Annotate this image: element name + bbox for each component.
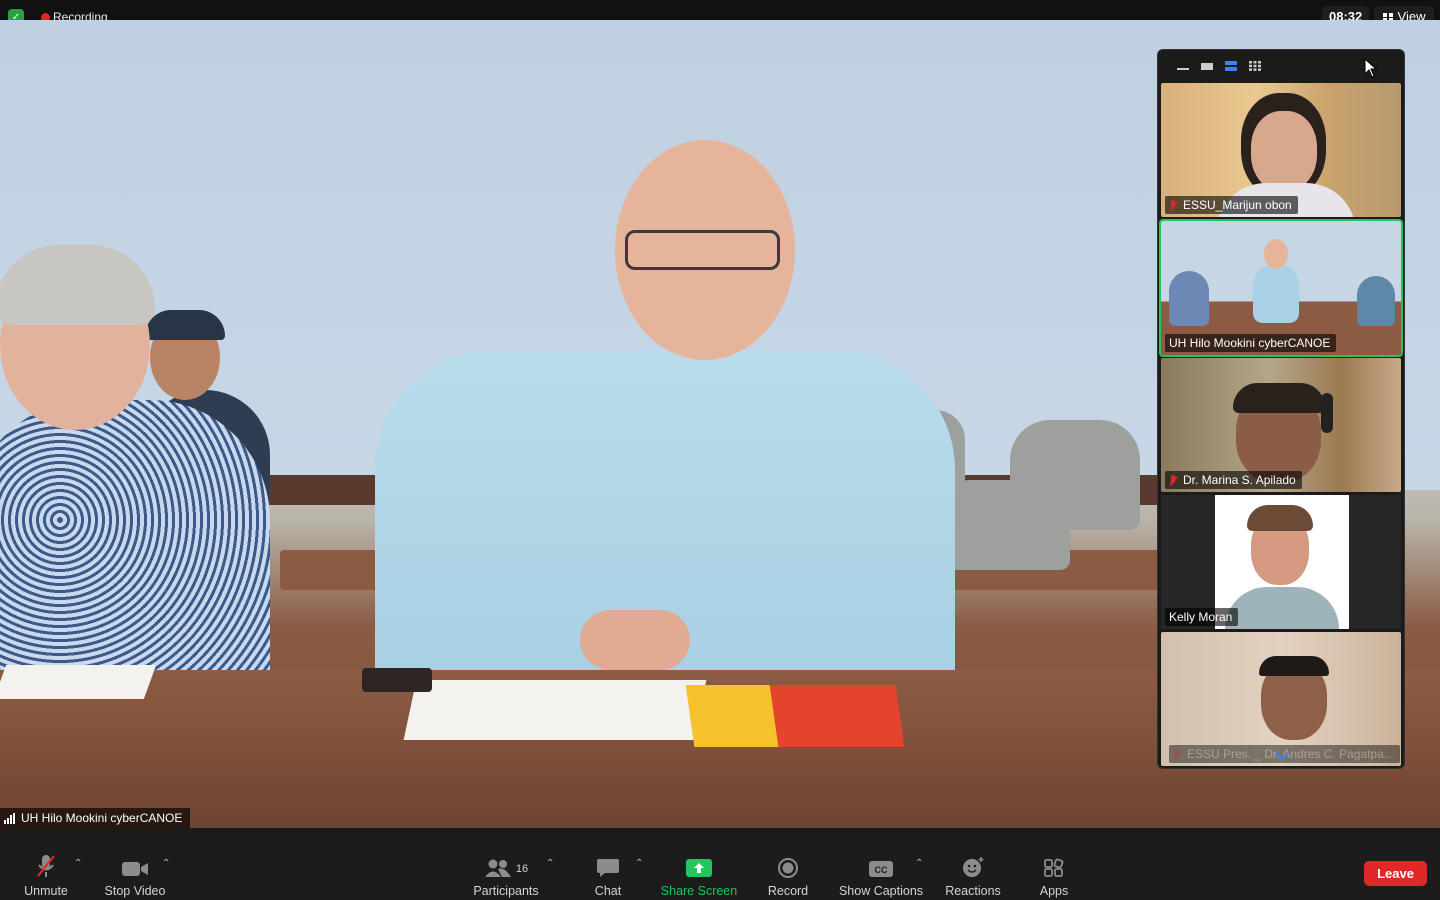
mouse-cursor-icon [1364,58,1378,78]
participant-tile[interactable]: Dr. Marina S. Apilado [1161,358,1401,492]
participant-shirt [1357,276,1395,326]
participant-tile[interactable]: Kelly Moran [1161,495,1401,629]
participant-face [1251,111,1317,191]
leave-button[interactable]: Leave [1364,861,1427,886]
hide-video-panel-icon[interactable] [1201,61,1213,71]
stop-video-label: Stop Video [104,884,166,898]
captions-options-caret-icon[interactable]: ⌃ [915,859,925,869]
reactions-button[interactable]: Reactions [942,846,1004,900]
reactions-label: Reactions [945,884,1001,898]
gallery-grid-icon[interactable] [1249,61,1261,71]
gallery-panel: ESSU_Marijun obon UH Hilo Mookini cyberC… [1157,49,1405,769]
audio-options-caret-icon[interactable]: ⌃ [74,859,84,869]
participant-shirt [1225,587,1339,629]
participant-tile[interactable]: ESSU_Marijun obon [1161,83,1401,217]
share-screen-icon [686,850,712,878]
share-screen-label: Share Screen [660,884,738,898]
closed-captions-icon: CC [869,850,893,878]
share-screen-button[interactable]: Share Screen [656,846,742,900]
participants-count: 16 [515,863,529,875]
video-options-caret-icon[interactable]: ⌃ [162,859,172,869]
main-video-name-label: UH Hilo Mookini cyberCANOE [0,808,191,828]
chat-options-caret-icon[interactable]: ⌃ [635,859,645,869]
speaker-strip-icon[interactable] [1225,61,1237,71]
apps-button[interactable]: Apps [1034,846,1074,900]
muted-mic-icon [1173,748,1181,760]
participant-hair [1259,656,1329,676]
stop-video-button[interactable]: Stop Video [100,846,170,900]
participant-name: Kelly Moran [1169,610,1233,624]
muted-mic-icon [1169,474,1177,486]
unmute-label: Unmute [24,884,68,898]
video-camera-icon [121,850,149,878]
participants-label: Participants [473,884,539,898]
open-booklet [403,680,707,740]
paper-sheet [0,665,157,699]
main-video-participant-name: UH Hilo Mookini cyberCANOE [21,811,183,825]
chat-label: Chat [594,884,622,898]
participant-tile-active[interactable]: UH Hilo Mookini cyberCANOE [1159,219,1403,357]
participants-options-caret-icon[interactable]: ⌃ [546,859,556,869]
participant-shirt [1169,271,1209,326]
record-icon [778,850,798,878]
svg-text:CC: CC [875,865,888,875]
show-captions-label: Show Captions [838,884,924,898]
participant-hair [1233,383,1325,413]
record-label: Record [767,884,809,898]
unmute-button[interactable]: Unmute [20,846,72,900]
participant-name-label: ESSU_Marijun obon [1165,196,1298,214]
meeting-toolbar: Unmute ⌃ Stop Video ⌃ 16 Participants ⌃ … [0,846,1440,900]
muted-mic-icon [1169,199,1177,211]
participant-name: UH Hilo Mookini cyberCANOE [1169,336,1331,350]
reactions-smiley-icon [961,850,985,878]
show-captions-button[interactable]: CC Show Captions [836,846,926,900]
headset-icon [1321,393,1333,433]
participant-name: ESSU_Marijun obon [1183,198,1292,212]
participant-name-label: Dr. Marina S. Apilado [1165,471,1302,489]
record-button[interactable]: Record [762,846,814,900]
scroll-down-chevron-icon[interactable] [1275,752,1289,760]
phone [362,668,432,692]
participant-name-label: UH Hilo Mookini cyberCANOE [1165,334,1337,352]
participant-name: ESSU Pres. _ Dr. Andres C. Pagatpa... [1187,747,1394,761]
orange-booklet [685,685,905,747]
participant-hair [1247,505,1313,531]
participants-icon: 16 [484,850,528,878]
participant-shirt [1253,263,1299,323]
muted-microphone-icon [35,850,57,878]
participants-button[interactable]: 16 Participants [470,846,542,900]
participant-name: Dr. Marina S. Apilado [1183,473,1296,487]
apps-label: Apps [1039,884,1069,898]
apps-icon [1043,850,1065,878]
connection-signal-icon [4,812,16,824]
participant-face [1264,239,1288,269]
participant-name-label: Kelly Moran [1165,608,1239,626]
chat-bubble-icon [596,850,620,878]
minimize-video-icon[interactable] [1177,61,1189,71]
participant-tile[interactable]: ESSU Pres. _ Dr. Andres C. Pagatpa... [1161,632,1401,766]
chat-button[interactable]: Chat [590,846,626,900]
top-bar [0,0,1440,20]
